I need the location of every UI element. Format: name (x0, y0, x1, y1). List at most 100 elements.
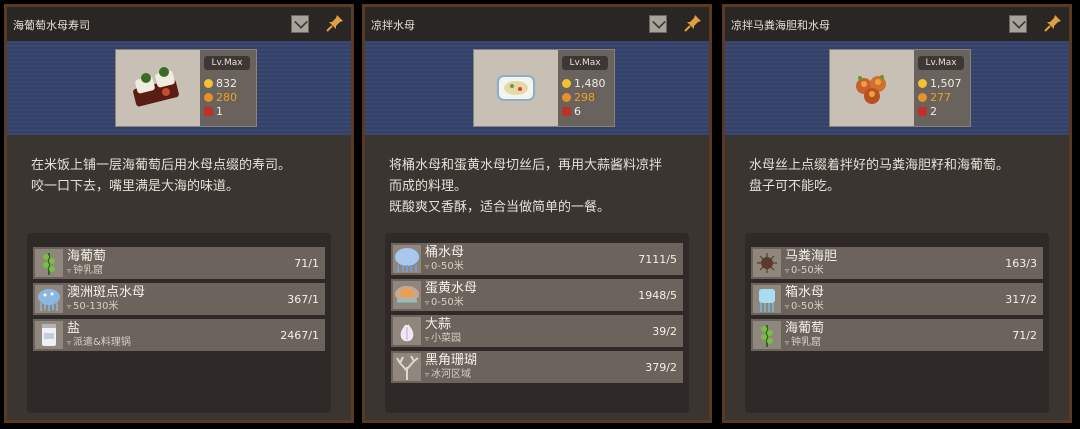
pin-icon[interactable] (325, 13, 345, 33)
level-badge: Lv.Max (204, 56, 250, 70)
ingredient-row[interactable]: 澳洲斑点水母 50-130米 367/1 (33, 283, 325, 315)
ingredient-list: 桶水母 0-50米 7111/5 蛋黄水母 0-50米 1948/5 大蒜 小菜… (385, 233, 689, 413)
box-jellyfish-icon (753, 285, 781, 313)
sea-grape-icon (753, 321, 781, 349)
coin-stat: 1,480 (562, 78, 606, 90)
dish-card: Lv.Max 1,480 298 6 (473, 49, 615, 127)
ingredient-count: 71/1 (294, 257, 319, 270)
ingredient-name: 黑角珊瑚 (425, 353, 478, 368)
description-line: 在米饭上铺一层海葡萄后用水母点缀的寿司。 (31, 158, 292, 173)
ingredient-row[interactable]: 海葡萄 钟乳窟 71/1 (33, 247, 325, 279)
ingredient-location: 0-50米 (425, 297, 464, 308)
coin-stat: 832 (204, 78, 237, 90)
ingredient-name: 桶水母 (425, 245, 465, 260)
sushi-icon (133, 67, 179, 107)
dish-description: 将桶水母和蛋黄水母切丝后，再用大蒜酱料凉拌 而成的料理。 既酸爽又香酥，适合当做… (389, 155, 685, 218)
jellyfish-salad-icon (497, 75, 535, 101)
heart-stat: 280 (204, 92, 237, 104)
ingredient-location: 0-50米 (785, 265, 824, 276)
recipe-panel-1: 海葡萄水母寿司 Lv.Max 832 280 1 在米饭上铺一层海葡萄后用水母点… (4, 4, 354, 423)
ingredient-count: 367/1 (287, 293, 319, 306)
panel-title: 凉拌马粪海胆和水母 (731, 19, 830, 32)
heart-value: 277 (930, 91, 951, 104)
pin-icon[interactable] (1043, 13, 1063, 33)
dish-thumbnail (116, 50, 200, 126)
pin-icon[interactable] (683, 13, 703, 33)
pot-stat: 2 (918, 106, 937, 118)
ingredient-location: 0-50米 (425, 261, 464, 272)
heart-stat: 298 (562, 92, 595, 104)
ingredient-count: 7111/5 (638, 253, 677, 266)
panel-title: 海葡萄水母寿司 (13, 19, 90, 32)
recipe-panel-3: 凉拌马粪海胆和水母 Lv.Max 1,507 277 2 水母丝上点缀着拌好的马… (722, 4, 1072, 423)
ingredient-name: 海葡萄 (67, 249, 107, 264)
coin-icon (918, 79, 927, 88)
heart-value: 280 (216, 91, 237, 104)
pot-stat: 1 (204, 106, 223, 118)
ingredient-row[interactable]: 蛋黄水母 0-50米 1948/5 (391, 279, 683, 311)
ingredient-name: 盐 (67, 321, 81, 336)
ingredient-count: 1948/5 (638, 289, 677, 302)
pot-stat: 6 (562, 106, 581, 118)
dish-banner: Lv.Max 1,480 298 6 (365, 41, 709, 135)
dish-description: 水母丝上点缀着拌好的马粪海胆籽和海葡萄。 盘子可不能吃。 (749, 155, 1045, 197)
egg-yolk-jellyfish-icon (393, 281, 421, 309)
description-line: 咬一口下去，嘴里满是大海的味道。 (31, 179, 240, 194)
ingredient-row[interactable]: 箱水母 0-50米 317/2 (751, 283, 1043, 315)
ingredient-count: 163/3 (1005, 257, 1037, 270)
ingredient-row[interactable]: 大蒜 小菜园 39/2 (391, 315, 683, 347)
collapse-button[interactable] (1009, 15, 1027, 33)
heart-stat: 277 (918, 92, 951, 104)
panel-header: 海葡萄水母寿司 (7, 7, 351, 41)
coin-icon (562, 79, 571, 88)
pot-value: 6 (574, 105, 581, 118)
ingredient-location: 小菜园 (425, 333, 461, 344)
ingredient-name: 海葡萄 (785, 321, 825, 336)
ingredient-row[interactable]: 海葡萄 钟乳窟 71/2 (751, 319, 1043, 351)
ingredient-row[interactable]: 盐 派遣&料理锅 2467/1 (33, 319, 325, 351)
heart-icon (204, 93, 213, 102)
ingredient-name: 大蒜 (425, 317, 452, 332)
salt-jar-icon (35, 321, 63, 349)
collapse-button[interactable] (649, 15, 667, 33)
level-badge: Lv.Max (918, 56, 964, 70)
ingredient-name: 马粪海胆 (785, 249, 838, 264)
sea-urchin-icon (753, 249, 781, 277)
recipe-panel-2: 凉拌水母 Lv.Max 1,480 298 6 将桶水母和蛋黄水母切丝后，再用大… (362, 4, 712, 423)
collapse-button[interactable] (291, 15, 309, 33)
coin-value: 832 (216, 77, 237, 90)
panel-header: 凉拌马粪海胆和水母 (725, 7, 1069, 41)
heart-icon (562, 93, 571, 102)
description-line: 既酸爽又香酥，适合当做简单的一餐。 (389, 200, 611, 215)
dish-description: 在米饭上铺一层海葡萄后用水母点缀的寿司。 咬一口下去，嘴里满是大海的味道。 (31, 155, 327, 197)
ingredient-location: 派遣&料理锅 (67, 337, 131, 348)
coin-value: 1,507 (930, 77, 962, 90)
ingredient-name: 蛋黄水母 (425, 281, 478, 296)
pot-icon (918, 107, 927, 116)
level-badge: Lv.Max (562, 56, 608, 70)
ingredient-name: 箱水母 (785, 285, 825, 300)
dish-card: Lv.Max 832 280 1 (115, 49, 257, 127)
pot-icon (204, 107, 213, 116)
pot-value: 2 (930, 105, 937, 118)
coin-icon (204, 79, 213, 88)
ingredient-name: 澳洲斑点水母 (67, 285, 146, 300)
ingredient-location: 冰河区域 (425, 369, 471, 380)
coin-value: 1,480 (574, 77, 606, 90)
description-line: 盘子可不能吃。 (749, 179, 841, 194)
pot-value: 1 (216, 105, 223, 118)
dish-banner: Lv.Max 832 280 1 (7, 41, 351, 135)
ingredient-count: 2467/1 (280, 329, 319, 342)
ingredient-list: 海葡萄 钟乳窟 71/1 澳洲斑点水母 50-130米 367/1 盐 派遣&料… (27, 233, 331, 413)
ingredient-count: 317/2 (1005, 293, 1037, 306)
ingredient-list: 马粪海胆 0-50米 163/3 箱水母 0-50米 317/2 海葡萄 钟乳窟… (745, 233, 1049, 413)
panel-title: 凉拌水母 (371, 19, 415, 32)
dish-banner: Lv.Max 1,507 277 2 (725, 41, 1069, 135)
ingredient-row[interactable]: 马粪海胆 0-50米 163/3 (751, 247, 1043, 279)
description-line: 而成的料理。 (389, 179, 468, 194)
ingredient-row[interactable]: 黑角珊瑚 冰河区域 379/2 (391, 351, 683, 383)
sea-grape-icon (35, 249, 63, 277)
ingredient-row[interactable]: 桶水母 0-50米 7111/5 (391, 243, 683, 275)
spotted-jellyfish-icon (35, 285, 63, 313)
garlic-icon (393, 317, 421, 345)
